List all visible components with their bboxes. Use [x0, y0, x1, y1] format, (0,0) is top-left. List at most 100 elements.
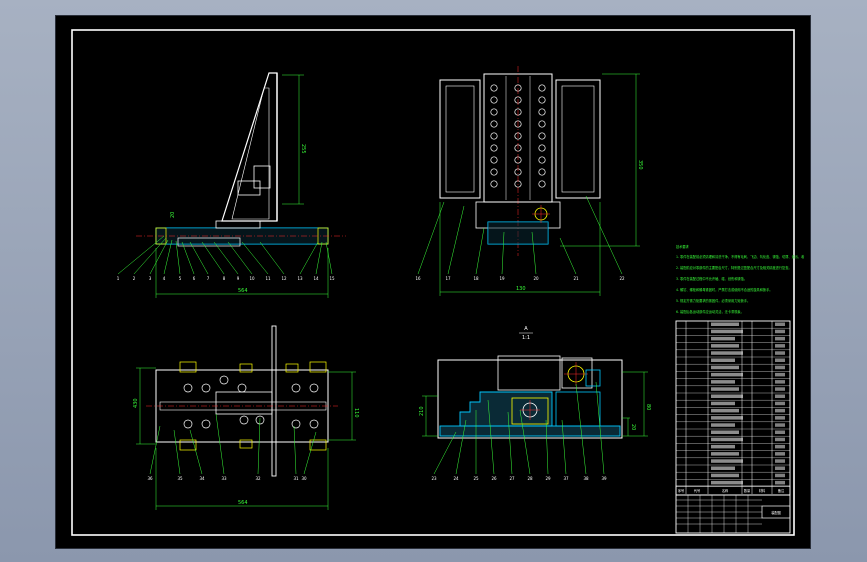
balloon-label: 22	[619, 276, 625, 281]
balloon-label: 32	[255, 476, 261, 481]
balloon-label: 23	[431, 476, 437, 481]
bom-header-cell: 备注	[778, 488, 785, 493]
balloon-label: 6	[193, 276, 196, 281]
section-dim-left: 210	[419, 406, 425, 416]
note-line: 4. 螺钉、螺栓和螺母紧固时，严禁打击或使用不合适的旋具和扳手。	[676, 287, 773, 292]
note-line: 1. 零件在装配前必须清理和清洗干净，不得有毛刺、飞边、氧化皮、锈蚀、切屑、油污…	[676, 254, 804, 259]
hole	[538, 132, 546, 140]
balloon-label: 7	[207, 276, 210, 281]
hole	[538, 84, 546, 92]
hole	[538, 168, 546, 176]
hole	[219, 375, 229, 385]
balloon-label: 2	[133, 276, 136, 281]
hole	[538, 108, 546, 116]
balloon-label: 4	[163, 276, 166, 281]
balloon-label: 14	[313, 276, 319, 281]
hole	[309, 383, 319, 393]
balloon-label: 35	[177, 476, 183, 481]
bom-header-cell: 名称	[722, 488, 729, 493]
hole	[239, 415, 249, 425]
front-slant-inner	[231, 87, 270, 220]
hole	[490, 168, 498, 176]
cad-viewport[interactable]: 25 5 20 564 1 2 3 4 5 6 7 8 9 10 11 12 13…	[0, 0, 867, 562]
note-line: 6. 装配后各运动部件应运动灵活，无卡滞现象。	[676, 309, 744, 314]
front-bracket	[253, 165, 271, 189]
section-stepped-body	[459, 391, 553, 427]
front-dim-width: 564	[238, 288, 248, 294]
hole	[237, 383, 247, 393]
side-dim-height: 350	[637, 160, 643, 170]
balloon-label: 20	[533, 276, 539, 281]
bom-header-cell: 数量	[744, 488, 751, 493]
drawing-canvas: 25 5 20 564 1 2 3 4 5 6 7 8 9 10 11 12 13…	[71, 29, 804, 536]
hole	[291, 419, 301, 429]
hole	[538, 180, 546, 188]
balloon-label: 21	[573, 276, 579, 281]
balloon-label: 26	[491, 476, 497, 481]
balloon-label: 37	[563, 476, 569, 481]
balloon-label: 25	[473, 476, 479, 481]
hole	[490, 156, 498, 164]
balloon-label: 31	[293, 476, 299, 481]
balloon-label: 29	[545, 476, 551, 481]
balloon-label: 3	[149, 276, 152, 281]
hole	[538, 156, 546, 164]
top-dim-right: 110	[353, 408, 359, 418]
top-vertical-plate	[271, 325, 277, 477]
hole	[183, 383, 193, 393]
balloon-label: 5	[179, 276, 182, 281]
drawing-name: 装配图	[771, 510, 781, 515]
hole	[490, 120, 498, 128]
hole	[291, 383, 301, 393]
hole	[183, 419, 193, 429]
side-view: 350 130 16 17 18 19 20 21 22	[415, 66, 643, 296]
balloon-label: 38	[583, 476, 589, 481]
hole	[490, 84, 498, 92]
balloon-label: 34	[199, 476, 205, 481]
balloon-label: 10	[249, 276, 255, 281]
balloon-label: 30	[301, 476, 307, 481]
hole	[490, 180, 498, 188]
hole	[538, 120, 546, 128]
section-dim-right: 80	[645, 404, 651, 410]
balloon-label: 17	[445, 276, 451, 281]
note-line: 3. 零件在装配过程中不允许磕、碰、划伤和锈蚀。	[676, 276, 747, 281]
balloon-label: 36	[147, 476, 153, 481]
balloon-label: 27	[509, 476, 515, 481]
top-dim-left: 430	[133, 398, 139, 408]
balloon-label: 19	[499, 276, 505, 281]
side-right-panel	[555, 79, 601, 199]
hole	[538, 144, 546, 152]
drawing-sheet: 25 5 20 564 1 2 3 4 5 6 7 8 9 10 11 12 13…	[56, 16, 810, 548]
section-title-scale: 1:1	[522, 335, 530, 341]
bom-header-cell: 代号	[694, 488, 700, 493]
balloon-label: 16	[415, 276, 421, 281]
hole	[490, 144, 498, 152]
front-view: 255 20 564 1 2 3 4 5 6 7 8 9 10 11 12 13…	[117, 72, 346, 298]
section-title-letter: A	[524, 326, 528, 332]
drawing-border	[71, 29, 795, 536]
balloon-label: 28	[527, 476, 533, 481]
hole	[201, 383, 211, 393]
note-line: 2. 装配前应对零部件的主要配合尺寸，特别是过盈配合尺寸及相关精度进行复查。	[676, 265, 792, 270]
front-dim-small: 20	[170, 212, 176, 218]
notes-title: 技术要求	[676, 244, 690, 249]
bom-header-cell: 序号	[678, 488, 684, 493]
section-view: A 1:1 210 80 20 23 24 25 26 27 28 29 37 …	[419, 326, 651, 481]
hole	[490, 132, 498, 140]
hole	[538, 96, 546, 104]
hole	[309, 419, 319, 429]
balloon-label: 8	[223, 276, 226, 281]
bom-header-cell: 材料	[759, 488, 766, 493]
balloon-label: 9	[237, 276, 240, 281]
top-dim-width: 564	[238, 500, 248, 506]
top-slider	[215, 391, 273, 415]
balloon-label: 13	[297, 276, 303, 281]
side-dim-width: 130	[516, 286, 526, 292]
balloon-label: 18	[473, 276, 479, 281]
hole	[201, 419, 211, 429]
balloon-label: 12	[281, 276, 287, 281]
top-view: 430 110 564 36 35 34 33 32 31 30	[133, 325, 359, 510]
balloon-label: 11	[265, 276, 271, 281]
note-line: 5. 规定拧紧力矩要求的紧固件，必须采用力矩扳手。	[676, 298, 750, 303]
